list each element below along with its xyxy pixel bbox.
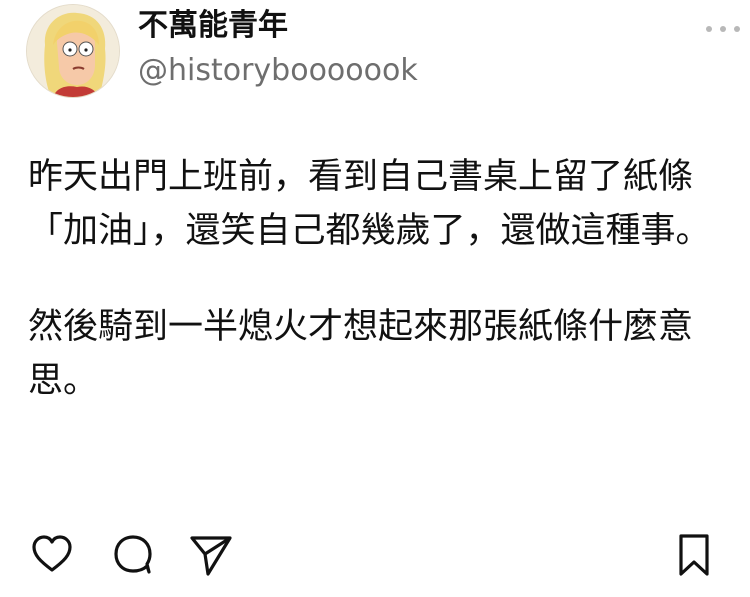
avatar[interactable] [26, 4, 120, 98]
post-text: 昨天出門上班前，看到自己書桌上留了紙條「加油」，還笑自己都幾歲了，還做這種事。 … [28, 150, 728, 408]
post-paragraph: 然後騎到一半熄火才想起來那張紙條什麼意思。 [28, 307, 694, 401]
comment-icon[interactable] [110, 530, 154, 578]
cartoon-woman-avatar-icon [27, 5, 119, 97]
heart-icon[interactable] [30, 530, 74, 578]
more-dot [706, 26, 712, 32]
more-dot [720, 26, 726, 32]
post-card: 不萬能青年 @historybooooook 昨天出門上班前，看到自己書桌上留了… [0, 0, 750, 597]
post-paragraph: 昨天出門上班前，看到自己書桌上留了紙條「加油」，還笑自己都幾歲了，還做這種事。 [28, 157, 711, 251]
author-display-name[interactable]: 不萬能青年 [138, 6, 288, 46]
more-dot [734, 26, 740, 32]
send-icon[interactable] [188, 530, 232, 578]
bookmark-icon[interactable] [672, 530, 716, 578]
author-handle[interactable]: @historybooooook [138, 52, 418, 90]
more-options-icon[interactable] [706, 22, 740, 36]
